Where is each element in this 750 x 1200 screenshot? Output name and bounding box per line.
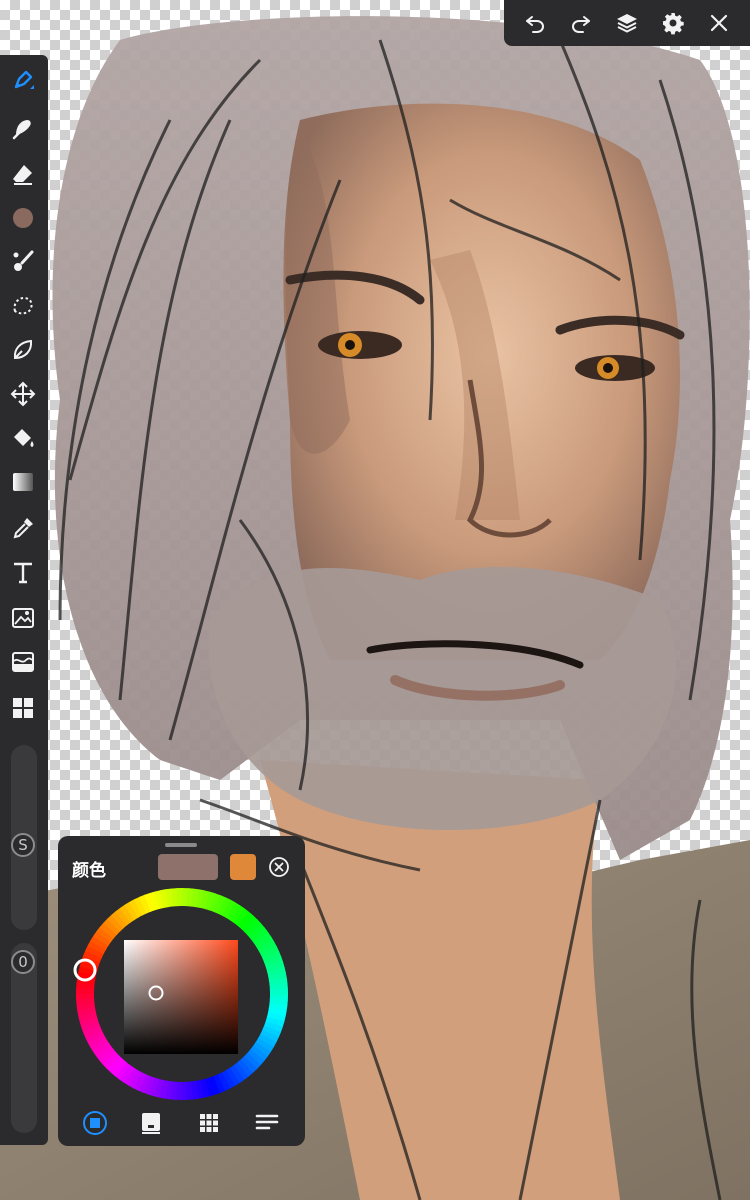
- swatches-grid-icon: [200, 1114, 218, 1132]
- wheel-mode-icon: [83, 1111, 107, 1135]
- text-icon: [14, 562, 32, 584]
- lasso-icon: [13, 339, 33, 360]
- brush-settings-tool[interactable]: [8, 247, 38, 277]
- eyedropper-tool[interactable]: [8, 513, 38, 543]
- lasso-dotted-icon: [13, 296, 33, 315]
- swatches-tab[interactable]: [196, 1110, 222, 1136]
- filter-tool[interactable]: [8, 647, 38, 677]
- top-action-bar: [504, 0, 750, 46]
- color-panel: 颜色: [58, 836, 305, 1146]
- list-icon: [255, 1114, 279, 1130]
- settings-button[interactable]: [657, 7, 689, 39]
- image-import-tool[interactable]: [8, 603, 38, 633]
- eyedropper-icon: [13, 518, 33, 539]
- fill-tool[interactable]: [8, 423, 38, 453]
- eraser-tool[interactable]: [8, 159, 38, 189]
- color-mode-tabs: [58, 1104, 305, 1140]
- panel-drag-handle[interactable]: [165, 843, 197, 847]
- grid-panels-icon: [13, 698, 33, 718]
- reference-tool[interactable]: [8, 693, 38, 723]
- wheel-tab[interactable]: [82, 1110, 108, 1136]
- redo-icon: [571, 16, 590, 33]
- close-panel-icon[interactable]: [268, 856, 290, 878]
- pen-icon: [14, 70, 34, 89]
- layers-icon: [617, 14, 637, 33]
- smudge-icon: [12, 120, 31, 140]
- classic-mode-icon: [142, 1113, 160, 1134]
- current-color-circle: [13, 208, 33, 228]
- paint-bucket-icon: [14, 429, 34, 447]
- image-icon: [12, 608, 34, 628]
- gear-icon: [663, 13, 684, 35]
- brush-opacity-knob[interactable]: 0: [11, 950, 35, 974]
- undo-button[interactable]: [519, 7, 551, 39]
- move-arrows-icon: [10, 381, 36, 407]
- color-wheel[interactable]: [70, 882, 294, 1106]
- classic-tab[interactable]: [138, 1110, 164, 1136]
- adjustment-icon: [12, 652, 34, 672]
- color-swatch-icon: [13, 208, 33, 228]
- gradient-icon: [13, 473, 33, 491]
- transform-tool[interactable]: [8, 379, 38, 409]
- undo-icon: [526, 16, 545, 33]
- secondary-color-swatch[interactable]: [230, 854, 256, 880]
- brush-size-knob[interactable]: S: [11, 833, 35, 857]
- primary-color-swatch[interactable]: [158, 854, 218, 880]
- lasso-selection-tool[interactable]: [8, 291, 38, 321]
- redo-button[interactable]: [565, 7, 597, 39]
- saturation-value-shade: [124, 940, 238, 1054]
- smudge-tool[interactable]: [8, 113, 38, 143]
- gradient-tool[interactable]: [8, 467, 38, 497]
- palette-list-tab[interactable]: [254, 1110, 280, 1136]
- current-color-button[interactable]: [8, 203, 38, 233]
- text-tool[interactable]: [8, 557, 38, 587]
- tool-sidebar: S 0: [0, 55, 48, 1145]
- close-button[interactable]: [703, 7, 735, 39]
- freeform-selection-tool[interactable]: [8, 335, 38, 365]
- color-panel-title: 颜色: [72, 861, 106, 881]
- brush-tool[interactable]: [8, 65, 38, 95]
- close-icon: [710, 14, 728, 32]
- paintbrush-icon: [13, 250, 34, 271]
- eraser-icon: [13, 165, 32, 185]
- layers-button[interactable]: [611, 7, 643, 39]
